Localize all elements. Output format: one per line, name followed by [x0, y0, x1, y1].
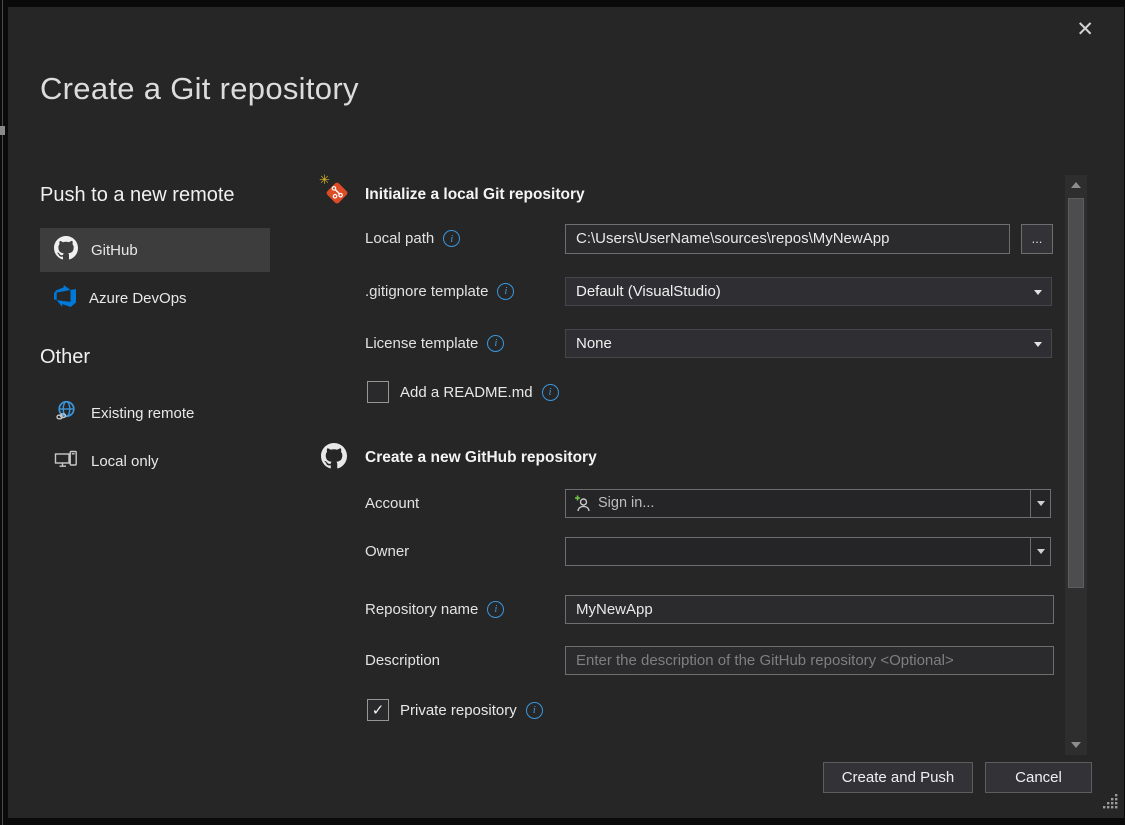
github-icon: [321, 443, 347, 474]
git-init-icon: ✳: [320, 175, 354, 209]
description-input[interactable]: [565, 646, 1054, 675]
computer-icon: [54, 447, 78, 476]
owner-row: Owner: [365, 537, 1052, 566]
local-path-row: Local path i ...: [365, 223, 1052, 254]
private-repo-row: ✓ Private repository i: [365, 698, 1052, 722]
info-icon[interactable]: i: [526, 702, 543, 719]
cancel-button[interactable]: Cancel: [985, 762, 1092, 793]
scroll-up-icon[interactable]: [1065, 177, 1087, 193]
info-icon[interactable]: i: [443, 230, 460, 247]
globe-link-icon: [54, 399, 78, 428]
license-label: License template: [365, 335, 478, 352]
gitignore-dropdown[interactable]: Default (VisualStudio): [565, 277, 1052, 306]
account-value: Sign in...: [598, 495, 654, 511]
owner-label: Owner: [365, 543, 409, 560]
dialog-title: Create a Git repository: [40, 71, 359, 107]
create-and-push-button[interactable]: Create and Push: [823, 762, 973, 793]
github-icon: [54, 236, 78, 265]
push-remote-header: Push to a new remote: [40, 184, 235, 207]
private-repo-checkbox[interactable]: ✓: [367, 699, 389, 721]
info-icon[interactable]: i: [487, 601, 504, 618]
info-icon[interactable]: i: [542, 384, 559, 401]
chevron-down-icon: [1034, 290, 1042, 295]
repo-name-label: Repository name: [365, 601, 478, 618]
readme-label: Add a README.md: [400, 384, 533, 401]
private-repo-label: Private repository: [400, 702, 517, 719]
repo-name-row: Repository name i: [365, 594, 1052, 624]
scrollbar[interactable]: [1065, 175, 1087, 755]
account-combobox[interactable]: Sign in...: [565, 489, 1051, 518]
sidebar-item-azure-devops[interactable]: Azure DevOps: [40, 277, 270, 319]
owner-combobox[interactable]: [565, 537, 1051, 566]
sidebar-item-local-only[interactable]: Local only: [40, 440, 270, 482]
azure-devops-icon: [54, 285, 76, 312]
sidebar-item-github[interactable]: GitHub: [40, 228, 270, 272]
license-dropdown[interactable]: None: [565, 329, 1052, 358]
chevron-down-icon: [1034, 342, 1042, 347]
description-row: Description: [365, 646, 1052, 675]
chevron-down-icon: [1037, 549, 1045, 554]
sidebar-item-existing-remote[interactable]: Existing remote: [40, 392, 270, 434]
sidebar-item-label: GitHub: [91, 242, 138, 259]
resize-grip[interactable]: [1103, 794, 1119, 815]
info-icon[interactable]: i: [487, 335, 504, 352]
dropdown-arrow-segment[interactable]: [1030, 538, 1050, 565]
repo-name-input[interactable]: [565, 595, 1054, 624]
sidebar-item-label: Local only: [91, 453, 159, 470]
account-row: Account Sign in...: [365, 489, 1052, 518]
add-user-icon: [573, 494, 593, 519]
close-icon[interactable]: ✕: [1076, 19, 1094, 40]
license-row: License template i None: [365, 328, 1052, 358]
local-path-label: Local path: [365, 230, 434, 247]
readme-row: Add a README.md i: [365, 380, 1052, 404]
gitignore-label: .gitignore template: [365, 283, 488, 300]
create-git-repo-dialog: ✕ Create a Git repository Push to a new …: [8, 7, 1124, 818]
info-icon[interactable]: i: [497, 283, 514, 300]
description-label: Description: [365, 652, 440, 669]
sidebar-item-label: Azure DevOps: [89, 290, 187, 307]
license-value: None: [576, 335, 612, 352]
other-header: Other: [40, 346, 90, 369]
browse-button[interactable]: ...: [1021, 224, 1053, 254]
gitignore-value: Default (VisualStudio): [576, 283, 721, 300]
local-path-input[interactable]: [565, 224, 1010, 254]
sidebar-item-label: Existing remote: [91, 405, 194, 422]
chevron-down-icon: [1037, 501, 1045, 506]
github-section-header: Create a new GitHub repository: [365, 449, 597, 467]
gitignore-row: .gitignore template i Default (VisualStu…: [365, 276, 1052, 306]
scrollbar-thumb[interactable]: [1068, 198, 1084, 588]
readme-checkbox[interactable]: [367, 381, 389, 403]
dropdown-arrow-segment[interactable]: [1030, 490, 1050, 517]
account-label: Account: [365, 495, 419, 512]
scroll-down-icon[interactable]: [1065, 737, 1087, 753]
window-edge-line: [2, 0, 3, 825]
init-section-header: Initialize a local Git repository: [365, 186, 585, 204]
window-edge-notch: [0, 126, 5, 135]
